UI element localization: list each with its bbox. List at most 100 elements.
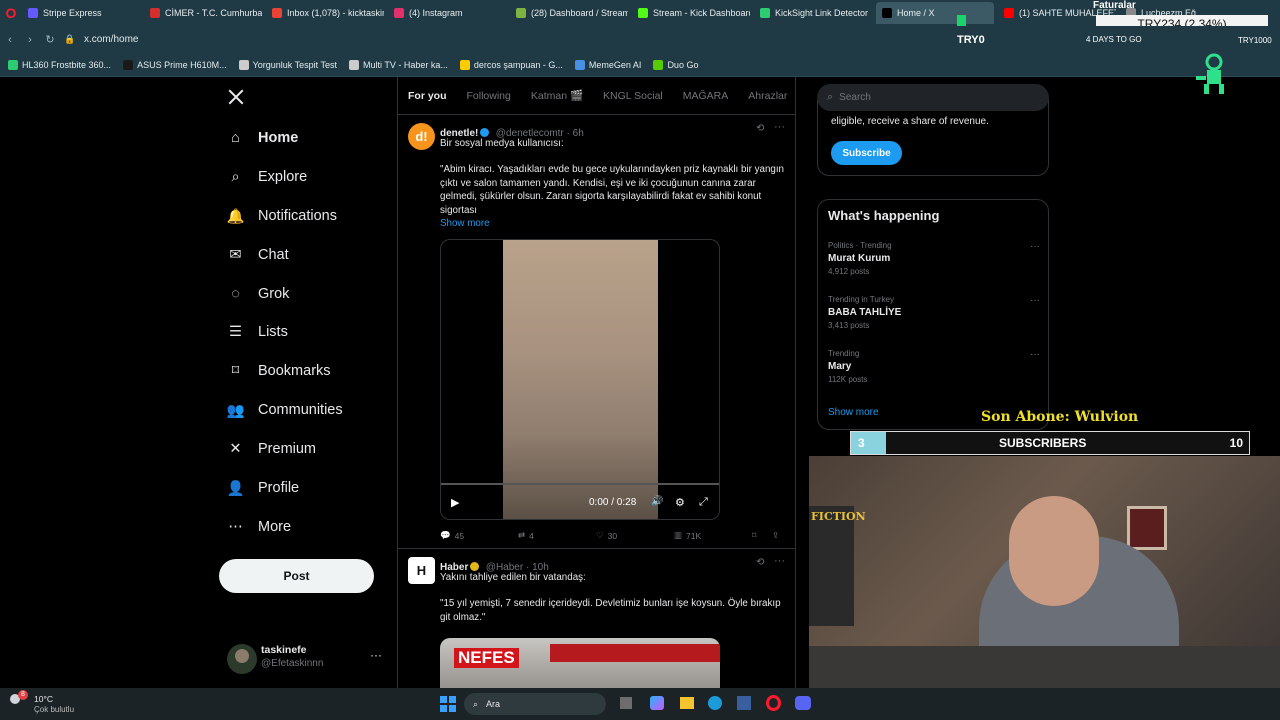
sidebar-item-profile[interactable]: 👤 Profile: [226, 475, 299, 501]
trend-more-icon[interactable]: ···: [1030, 241, 1040, 252]
forward-icon[interactable]: ›: [20, 34, 40, 46]
bookmark-item[interactable]: Yorgunluk Tespit Test: [238, 59, 337, 70]
sidebar-item-bookmarks[interactable]: ⌑ Bookmarks: [227, 358, 331, 384]
post-avatar[interactable]: d!: [408, 123, 435, 150]
edge-icon[interactable]: [708, 696, 722, 710]
url-field[interactable]: x.com/home: [84, 34, 138, 45]
bookmark-item[interactable]: Multi TV - Haber ka...: [349, 59, 448, 70]
opera-taskbar-icon[interactable]: [766, 695, 781, 711]
browser-tab[interactable]: KickSight Link Detector: [754, 2, 872, 24]
sidebar-item-chat[interactable]: ✉ Chat: [227, 242, 288, 268]
account-name[interactable]: taskinefe: [261, 644, 307, 656]
bookmark-item[interactable]: Duo Go: [653, 59, 698, 70]
chart-icon: ▥: [674, 530, 683, 540]
play-icon[interactable]: ▶: [451, 496, 459, 509]
sidebar-item-explore[interactable]: ⌕ Explore: [227, 164, 307, 190]
mail-icon: ✉: [229, 247, 242, 263]
video-player[interactable]: ▶ 0:00 / 0:28 🔊 ⚙ ⤢: [440, 239, 720, 520]
donation-min-label: TRY0: [957, 34, 985, 46]
faturalar-label: Faturalar: [1093, 0, 1136, 11]
tab-favicon-icon: [882, 8, 892, 18]
trend-more-icon[interactable]: ···: [1030, 349, 1040, 360]
trend-title: Mary: [828, 361, 852, 372]
trends-show-more-link[interactable]: Show more: [828, 407, 879, 418]
feed-tab[interactable]: Ahrazlar: [748, 90, 787, 102]
sidebar-item-grok[interactable]: ◌ Grok: [227, 281, 289, 307]
bookmark-item[interactable]: MemeGen AI: [574, 59, 641, 70]
trend-item[interactable]: Politics · Trending Murat Kurum 4,912 post…: [828, 241, 1040, 276]
trend-count: 4,912 posts: [828, 267, 870, 276]
copilot-icon[interactable]: [650, 696, 664, 710]
bookmark-item[interactable]: dercos şampuan - G...: [459, 59, 563, 70]
post-avatar[interactable]: H: [408, 557, 435, 584]
browser-tab[interactable]: Stream - Kick Dashboard: [632, 2, 750, 24]
post-button[interactable]: Post: [219, 559, 374, 593]
views-button[interactable]: ▥ 71K: [674, 530, 752, 541]
volume-icon[interactable]: 🔊: [651, 496, 663, 507]
post-more-icon[interactable]: ···: [774, 121, 785, 133]
grok-post-icon[interactable]: ⟲: [756, 557, 764, 568]
grok-post-icon[interactable]: ⟲: [756, 123, 764, 134]
video-progress-bar[interactable]: [441, 483, 719, 485]
share-icon[interactable]: ⇪: [772, 530, 788, 541]
windows-start-icon[interactable]: [440, 696, 456, 712]
store-icon[interactable]: [737, 696, 751, 710]
like-button[interactable]: ♡ 30: [596, 530, 674, 541]
trend-item[interactable]: Trending Mary 112K posts ···: [828, 349, 1040, 384]
bookmark-icon: ⌑: [231, 363, 240, 379]
sidebar-item-premium[interactable]: ✕ Premium: [227, 436, 316, 462]
post-card[interactable]: H Haber @Haber · 10h ⟲ ··· Yakını tahliy…: [398, 549, 795, 688]
avatar[interactable]: [227, 644, 257, 674]
post-more-icon[interactable]: ···: [774, 555, 785, 567]
show-more-link[interactable]: Show more: [440, 218, 490, 229]
bookmark-post-icon[interactable]: ⌑: [752, 530, 772, 541]
bookmark-item[interactable]: ASUS Prime H610M...: [123, 59, 227, 70]
trend-more-icon[interactable]: ···: [1030, 295, 1040, 306]
latest-subscriber-label: Son Abone: Wulvion: [981, 409, 1139, 425]
subscribe-button[interactable]: Subscribe: [831, 141, 902, 165]
sidebar-item-label: Home: [258, 130, 299, 146]
browser-tab[interactable]: Stripe Express: [22, 2, 140, 24]
browser-tab[interactable]: (4) Instagram: [388, 2, 506, 24]
post-image[interactable]: NEFES: [440, 638, 720, 688]
sidebar-item-communities[interactable]: 👥 Communities: [226, 397, 343, 423]
user-icon: 👤: [226, 480, 245, 497]
sidebar-item-label: Communities: [258, 402, 343, 418]
browser-tab[interactable]: Inbox (1,078) - kicktaskin: [266, 2, 384, 24]
bookmark-favicon-icon: [123, 59, 134, 70]
browser-tab[interactable]: (28) Dashboard / Stream: [510, 2, 628, 24]
opera-logo-icon[interactable]: O: [0, 0, 22, 26]
feed-tab[interactable]: KNGL Social: [603, 90, 663, 102]
weather-icon[interactable]: 8: [10, 690, 28, 710]
sidebar-item-home[interactable]: ⌂ Home: [227, 125, 298, 151]
verified-badge-icon: [470, 562, 480, 571]
file-explorer-icon[interactable]: [680, 697, 694, 709]
browser-tab[interactable]: Home / X: [876, 2, 994, 24]
trend-item[interactable]: Trending in Turkey BABA TAHLİYE 3,413 post…: [828, 295, 1040, 330]
trend-category: Politics · Trending: [828, 241, 892, 250]
discord-icon[interactable]: [795, 696, 811, 710]
account-more-icon[interactable]: ···: [370, 648, 382, 662]
sidebar-item-notifications[interactable]: 🔔 Notifications: [226, 203, 337, 229]
taskbar-search[interactable]: ⌕ Ara: [464, 693, 606, 715]
sidebar-item-more[interactable]: ⋯ More: [227, 514, 291, 540]
x-logo-icon[interactable]: [227, 88, 245, 106]
bookmark-item[interactable]: HL360 Frostbite 360...: [8, 59, 111, 70]
trend-category: Trending in Turkey: [828, 295, 894, 304]
fullscreen-icon[interactable]: ⤢: [699, 496, 708, 509]
reload-icon[interactable]: ↻: [40, 33, 60, 46]
settings-gear-icon[interactable]: ⚙: [675, 496, 685, 509]
task-view-icon[interactable]: [620, 697, 632, 709]
feed-tab[interactable]: Following: [467, 90, 511, 102]
reply-button[interactable]: 💬 45: [440, 530, 518, 541]
feed-tab[interactable]: Katman 🎬: [531, 89, 583, 102]
grok-icon: ◌: [231, 286, 240, 302]
sidebar-item-lists[interactable]: ☰ Lists: [227, 319, 288, 345]
feed-tab[interactable]: For you: [408, 90, 447, 102]
post-card[interactable]: d! denetle! @denetlecomtr · 6h ⟲ ··· Bir…: [398, 115, 795, 549]
timeline: For you Following Katman 🎬 KNGL Social MAĞAR…: [397, 77, 796, 688]
feed-tab[interactable]: MAĞARA: [683, 90, 729, 102]
browser-tab[interactable]: CİMER - T.C. Cumhurbaşk: [144, 2, 262, 24]
back-icon[interactable]: ‹: [0, 34, 20, 46]
repost-button[interactable]: ⇄ 4: [518, 530, 596, 541]
